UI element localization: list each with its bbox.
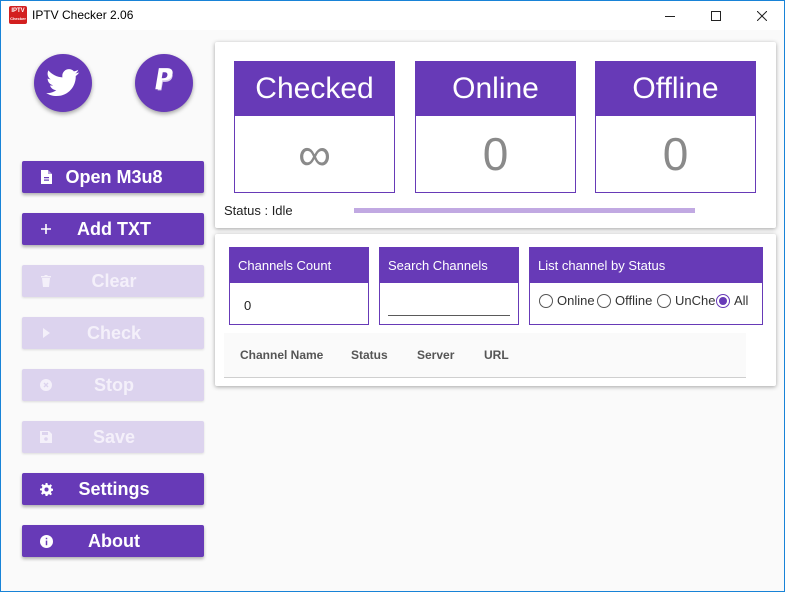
column-header-channel-name[interactable]: Channel Name	[240, 348, 323, 362]
channels-table: Channel Name Status Server URL	[224, 333, 746, 378]
window-title: IPTV Checker 2.06	[32, 8, 134, 22]
radio-unchecked-label: UnChe	[675, 293, 716, 308]
status-filter-header: List channel by Status	[530, 248, 762, 283]
radio-unchecked[interactable]: UnChe	[657, 293, 716, 308]
channels-count-group: Channels Count 0	[229, 247, 369, 325]
column-header-status[interactable]: Status	[351, 348, 388, 362]
maximize-button[interactable]	[693, 1, 739, 30]
search-channels-group: Search Channels	[379, 247, 519, 325]
channels-count-header: Channels Count	[230, 248, 368, 283]
radio-all-label: All	[734, 293, 749, 308]
status-label: Status : Idle	[224, 203, 293, 218]
offline-stat: Offline 0	[595, 61, 756, 193]
progress-bar	[354, 208, 695, 213]
plus-icon	[38, 221, 54, 237]
status-filter-options: Online Offline UnChe All	[539, 293, 748, 308]
file-icon	[38, 169, 54, 185]
stop-button[interactable]: Stop	[22, 369, 204, 401]
save-button[interactable]: Save	[22, 421, 204, 453]
channels-count-value: 0	[244, 298, 252, 313]
radio-offline[interactable]: Offline	[597, 293, 657, 308]
sidebar: Open M3u8 Add TXT Clear Check Stop Save …	[1, 30, 211, 591]
paypal-button[interactable]	[135, 54, 193, 112]
gear-icon	[38, 481, 54, 497]
play-icon	[38, 325, 54, 341]
minimize-button[interactable]	[647, 1, 693, 30]
close-button[interactable]	[739, 1, 784, 30]
checked-value: ∞	[298, 128, 331, 180]
radio-circle-icon	[539, 293, 553, 308]
twitter-button[interactable]	[34, 54, 92, 112]
radio-online-label: Online	[557, 293, 595, 308]
channels-panel: Channels Count 0 Search Channels List ch…	[215, 234, 776, 386]
check-button[interactable]: Check	[22, 317, 204, 349]
online-stat: Online 0	[415, 61, 576, 193]
column-header-url[interactable]: URL	[484, 348, 509, 362]
open-m3u8-button[interactable]: Open M3u8	[22, 161, 204, 193]
settings-button[interactable]: Settings	[22, 473, 204, 505]
search-channels-header: Search Channels	[380, 248, 518, 283]
maximize-icon	[711, 10, 721, 21]
trash-icon	[38, 273, 54, 289]
search-input[interactable]	[388, 296, 510, 316]
checked-stat: Checked ∞	[234, 61, 395, 193]
twitter-bird-icon	[46, 69, 80, 97]
offline-header: Offline	[596, 62, 755, 116]
radio-all[interactable]: All	[716, 293, 748, 308]
app-window: IPTV Checker IPTV Checker 2.06 Open M3u8…	[0, 0, 785, 592]
minimize-icon	[665, 15, 675, 17]
offline-value: 0	[662, 128, 689, 180]
radio-selected-icon	[716, 293, 730, 308]
cancel-icon	[38, 377, 54, 393]
radio-online[interactable]: Online	[539, 293, 597, 308]
title-bar[interactable]: IPTV Checker IPTV Checker 2.06	[1, 1, 784, 30]
about-button[interactable]: About	[22, 525, 204, 557]
radio-offline-label: Offline	[615, 293, 653, 308]
floppy-icon	[38, 429, 54, 445]
stats-panel: Checked ∞ Online 0 Offline 0 Status : Id…	[215, 42, 776, 228]
status-filter-group: List channel by Status Online Offline Un…	[529, 247, 763, 325]
close-icon	[757, 10, 767, 21]
column-header-server[interactable]: Server	[417, 348, 454, 362]
paypal-icon	[155, 68, 173, 91]
add-txt-button[interactable]: Add TXT	[22, 213, 204, 245]
online-header: Online	[416, 62, 575, 116]
clear-button[interactable]: Clear	[22, 265, 204, 297]
app-icon: IPTV Checker	[9, 6, 27, 24]
online-value: 0	[482, 128, 509, 180]
radio-circle-icon	[657, 293, 671, 308]
radio-circle-icon	[597, 293, 611, 308]
info-icon	[38, 533, 54, 549]
checked-header: Checked	[235, 62, 394, 116]
